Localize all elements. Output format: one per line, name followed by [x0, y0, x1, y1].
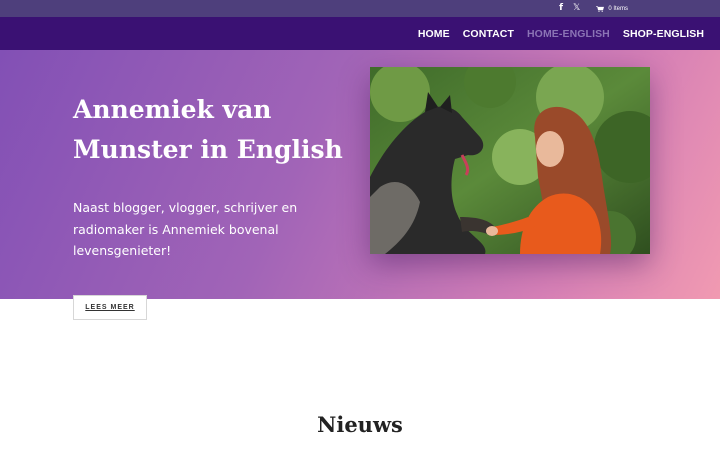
- nav-item-contact[interactable]: CONTACT: [463, 28, 514, 40]
- nav-item-shop-english[interactable]: SHOP-ENGLISH: [623, 28, 704, 40]
- hero-text: Naast blogger, vlogger, schrijver en rad…: [73, 200, 298, 258]
- top-bar: f 𝕏 0 Items: [0, 0, 720, 17]
- woman-with-dog-photo: [370, 67, 650, 254]
- nav-item-home-english[interactable]: HOME-ENGLISH: [527, 28, 610, 40]
- cart-link[interactable]: 0 Items: [596, 6, 628, 12]
- x-twitter-icon[interactable]: 𝕏: [573, 4, 580, 13]
- nav-item-home[interactable]: HOME: [418, 28, 450, 40]
- cart-icon: [596, 5, 605, 12]
- read-more-button[interactable]: LEES MEER: [73, 295, 147, 320]
- cart-label: 0 Items: [608, 5, 628, 12]
- main-nav: HOME CONTACT HOME-ENGLISH SHOP-ENGLISH: [0, 17, 720, 50]
- hero-title: Annemiek van Munster in English: [73, 95, 343, 164]
- photo-illustration: [370, 67, 650, 254]
- hero-section: Annemiek van Munster in English Naast bl…: [0, 50, 720, 299]
- facebook-icon[interactable]: f: [559, 4, 563, 13]
- news-heading: Nieuws: [317, 412, 403, 437]
